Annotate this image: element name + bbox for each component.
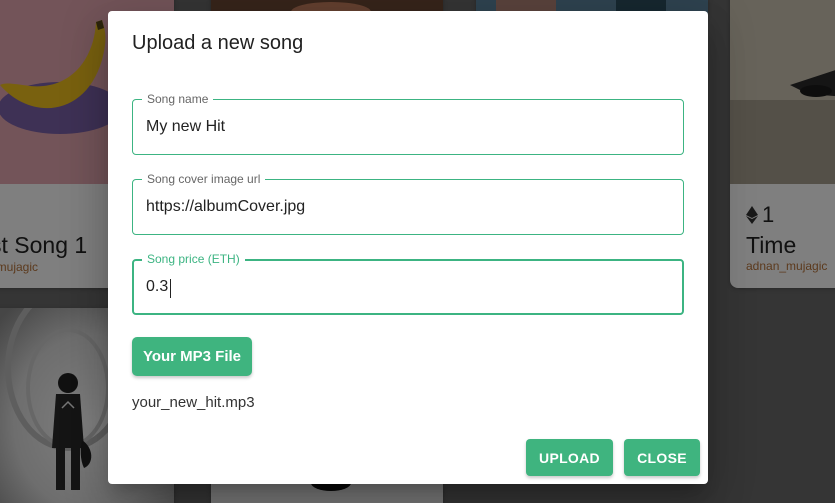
cover-url-input[interactable] (146, 180, 666, 234)
song-name-input[interactable] (146, 100, 666, 154)
mp3-file-button[interactable]: Your MP3 File (132, 337, 252, 376)
price-input[interactable] (146, 261, 666, 313)
upload-song-dialog: Upload a new song Song name Song cover i… (108, 11, 708, 484)
selected-file-name: your_new_hit.mp3 (132, 394, 255, 411)
price-field[interactable]: Song price (ETH) (132, 252, 684, 315)
text-caret (170, 279, 171, 298)
cover-url-field[interactable]: Song cover image url (132, 172, 684, 235)
song-name-field[interactable]: Song name (132, 92, 684, 155)
close-button[interactable]: CLOSE (624, 439, 700, 476)
upload-button[interactable]: UPLOAD (526, 439, 613, 476)
dialog-title: Upload a new song (132, 32, 304, 54)
